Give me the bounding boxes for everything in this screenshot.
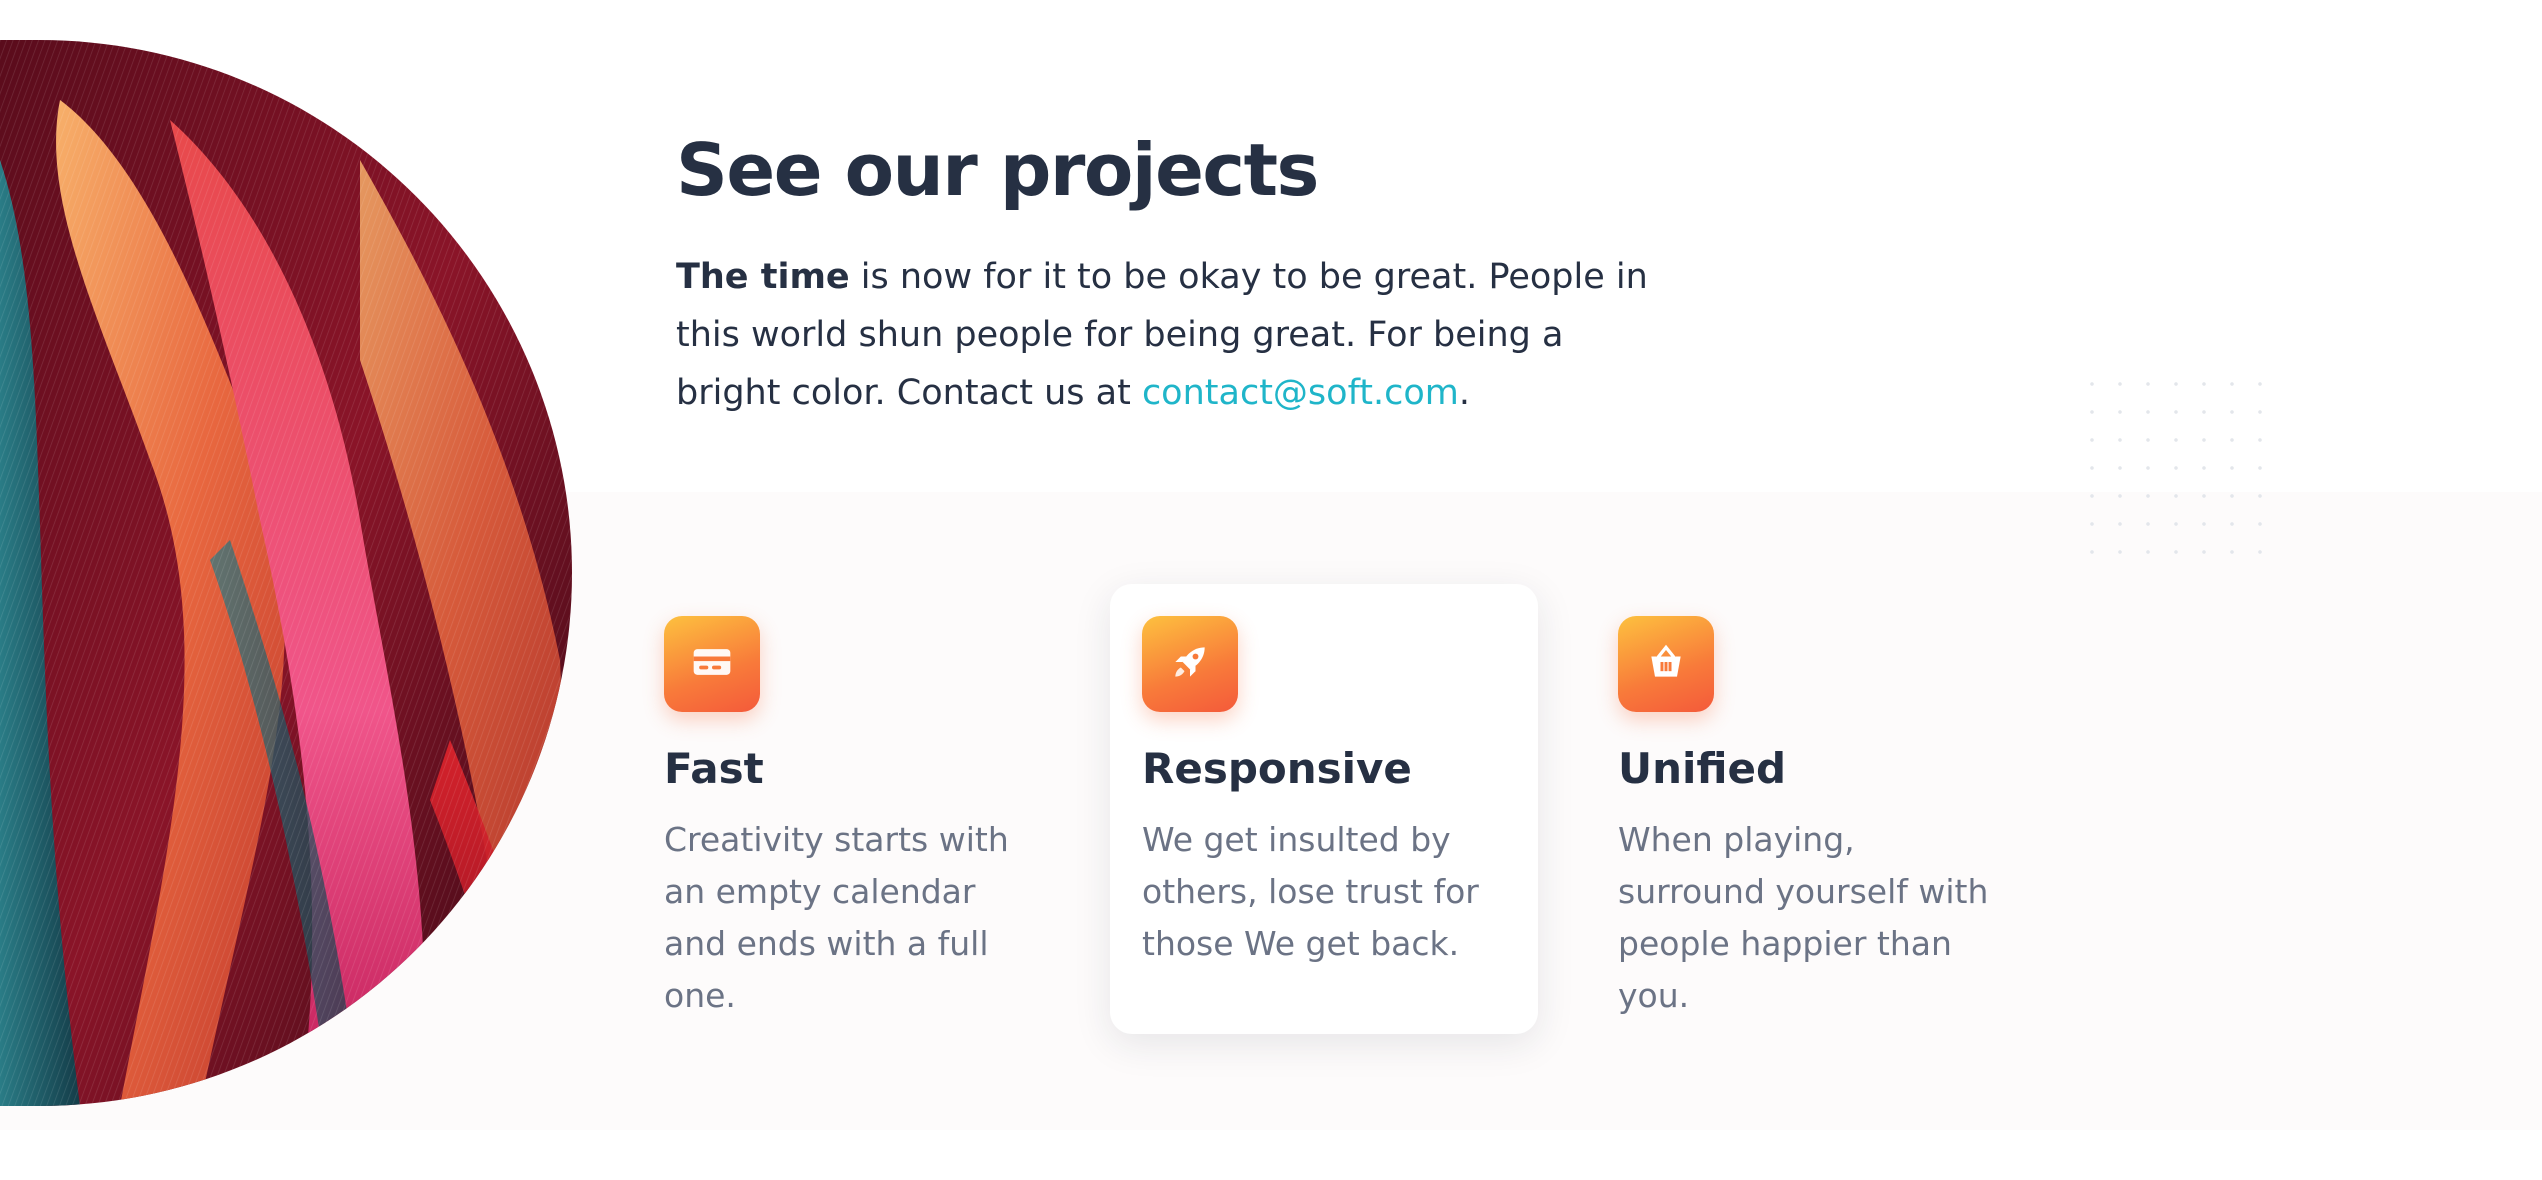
- credit-card-icon: [690, 640, 734, 688]
- feature-title: Unified: [1618, 744, 1787, 793]
- page-title: See our projects: [676, 128, 1319, 212]
- feature-responsive: Responsive We get insulted by others, lo…: [1110, 584, 1538, 1034]
- intro-paragraph: The time is now for it to be okay to be …: [676, 248, 1666, 422]
- intro-bold-text: The time: [676, 257, 850, 297]
- contact-email-link[interactable]: contact@soft.com: [1142, 373, 1459, 413]
- feature-icon-tile: [1142, 616, 1238, 712]
- feature-fast: Fast Creativity starts with an empty cal…: [664, 584, 1092, 1034]
- feature-description: We get insulted by others, lose trust fo…: [1142, 820, 1479, 963]
- feature-title: Responsive: [1142, 744, 1412, 793]
- feature-icon-tile: [1618, 616, 1714, 712]
- feature-unified: Unified When playing, surround yourself …: [1618, 584, 2046, 1034]
- feature-description: When playing, surround yourself with peo…: [1618, 820, 1989, 1015]
- feature-title: Fast: [664, 744, 764, 793]
- intro-end: .: [1458, 373, 1471, 413]
- rocket-icon: [1168, 640, 1212, 688]
- feature-icon-tile: [664, 616, 760, 712]
- feature-description: Creativity starts with an empty calendar…: [664, 820, 1009, 1015]
- dot-grid-decoration: [2078, 370, 2278, 570]
- shopping-basket-icon: [1644, 640, 1688, 688]
